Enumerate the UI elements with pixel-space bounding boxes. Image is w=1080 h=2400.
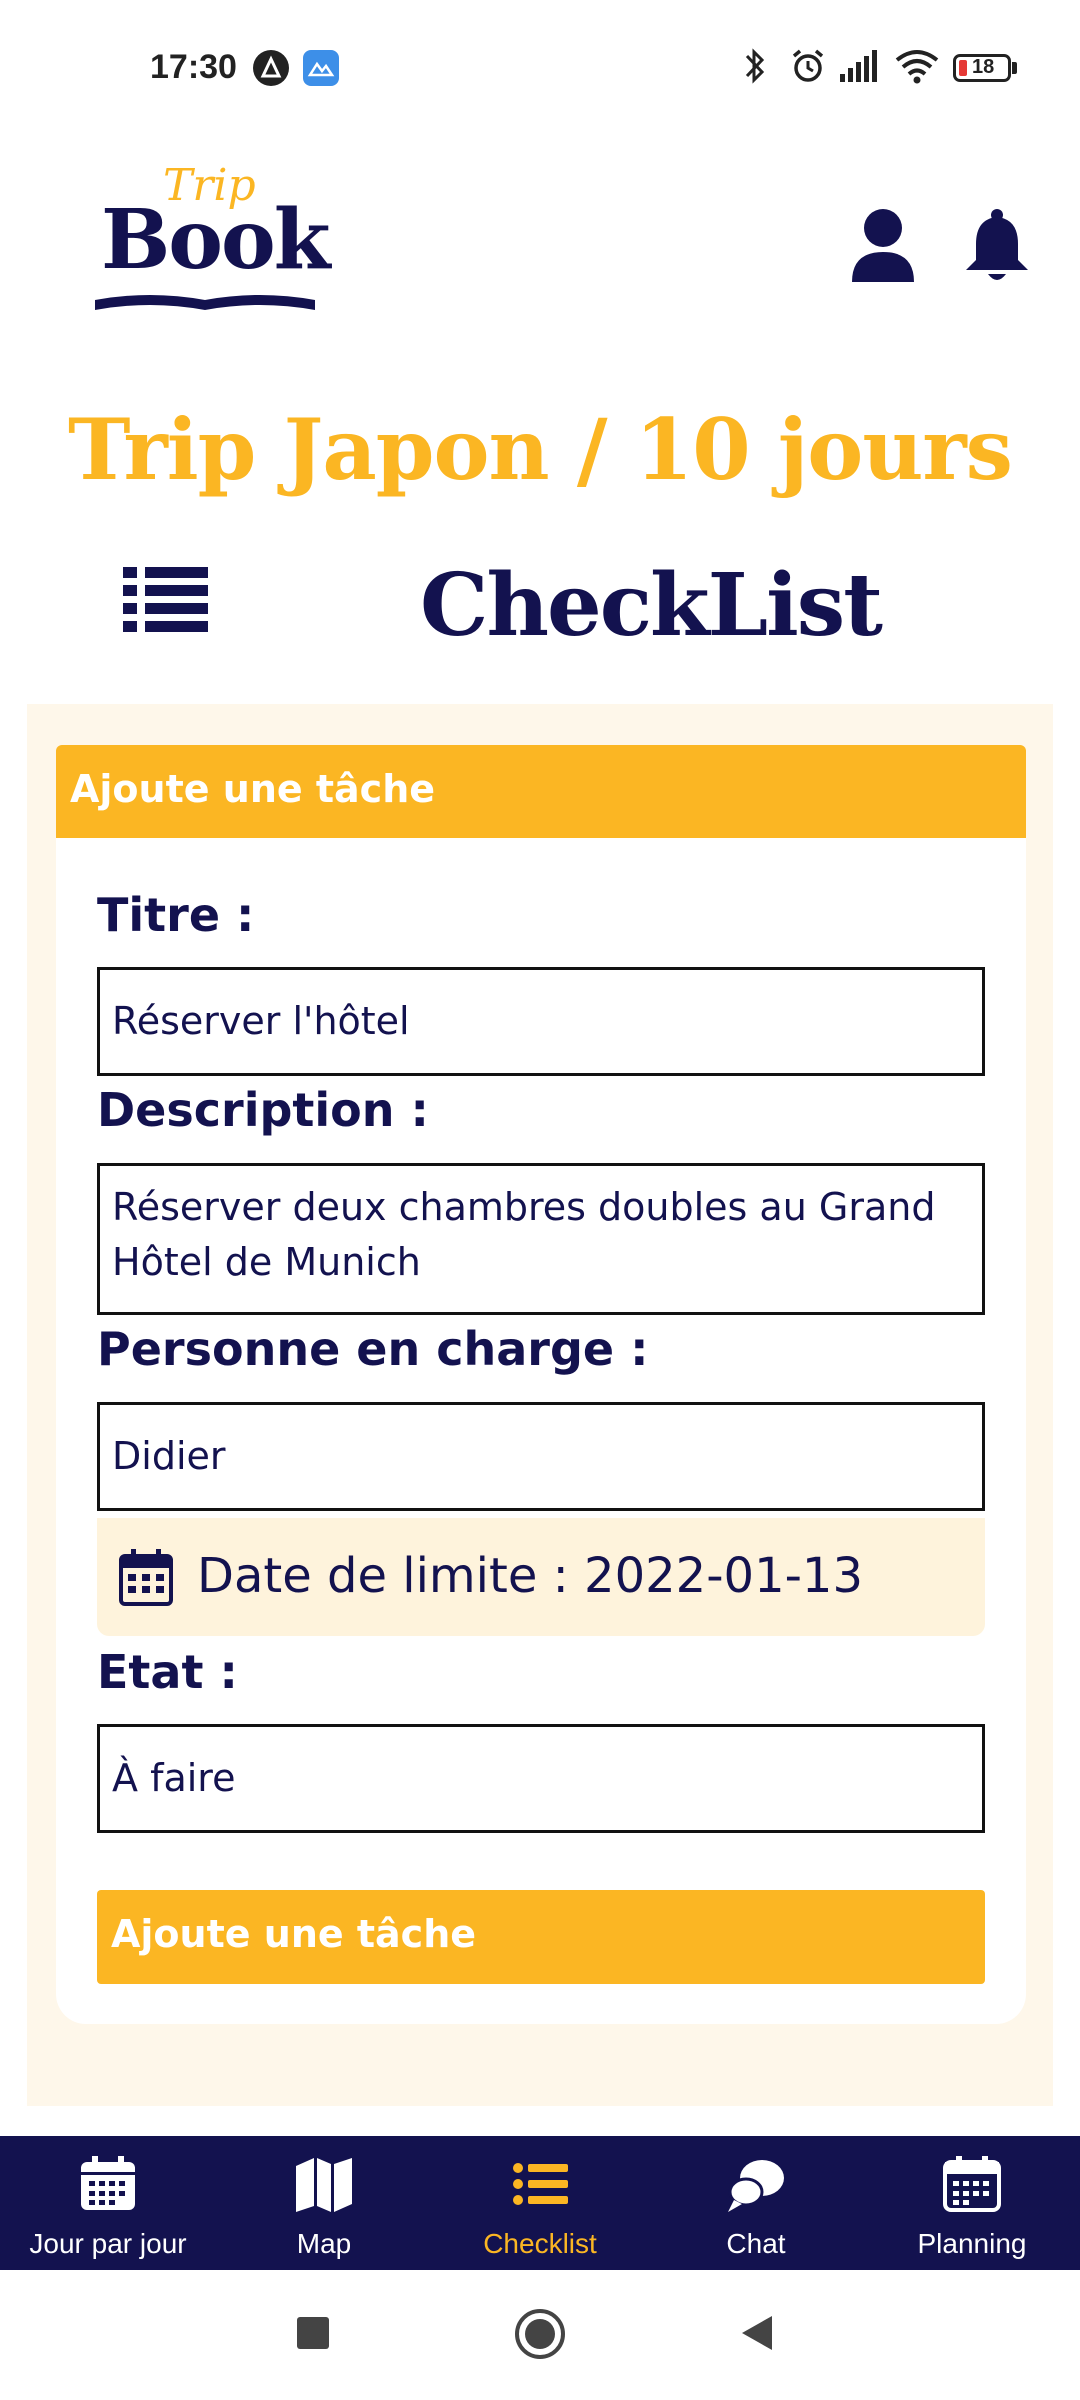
form-header-label: Ajoute une tâche xyxy=(70,767,436,811)
signal-icon xyxy=(838,46,882,94)
list-menu-icon[interactable] xyxy=(123,565,208,635)
back-icon[interactable] xyxy=(740,2314,774,2352)
bottom-navigation: Jour par jour Map Checklist Chat Plannin… xyxy=(0,2136,1080,2270)
gallery-notification-icon xyxy=(303,50,339,86)
section-title: CheckList xyxy=(420,555,883,656)
wifi-icon xyxy=(893,46,941,94)
nav-label: Planning xyxy=(917,2228,1027,2259)
battery-icon: 18 xyxy=(953,54,1011,82)
title-field[interactable]: Réserver l'hôtel xyxy=(97,967,985,1076)
nav-item-jour-par-jour[interactable]: Jour par jour xyxy=(0,2136,216,2270)
description-label: Description : xyxy=(97,1083,429,1137)
nav-label: Jour par jour xyxy=(29,2228,187,2259)
logo-book-text: Book xyxy=(101,192,331,288)
add-task-button-label: Ajoute une tâche xyxy=(111,1912,477,1956)
chat-bubbles-icon xyxy=(728,2160,784,2212)
deadline-picker[interactable]: Date de limite : 2022-01-13 xyxy=(97,1518,985,1636)
owner-label: Personne en charge : xyxy=(97,1322,649,1376)
user-profile-icon[interactable] xyxy=(850,208,916,284)
owner-value: Didier xyxy=(112,1434,226,1478)
app-notification-icon xyxy=(253,50,289,86)
title-label: Titre : xyxy=(97,888,255,942)
calendar-icon xyxy=(119,1549,173,1606)
list-icon xyxy=(513,2163,568,2205)
map-icon xyxy=(296,2158,352,2212)
state-field[interactable]: À faire xyxy=(97,1724,985,1833)
state-label: Etat : xyxy=(97,1645,238,1699)
status-bar: 17:30 18 xyxy=(0,0,1080,140)
system-navigation-bar xyxy=(0,2270,1080,2400)
nav-label: Map xyxy=(296,2228,352,2259)
notifications-bell-icon[interactable] xyxy=(962,208,1032,286)
description-field[interactable]: Réserver deux chambres doubles au Grand … xyxy=(97,1163,985,1315)
calendar-grid-icon xyxy=(81,2156,135,2210)
recent-apps-icon[interactable] xyxy=(296,2316,330,2350)
nav-label: Checklist xyxy=(483,2228,597,2259)
status-time: 17:30 xyxy=(150,48,237,86)
open-book-icon xyxy=(95,295,315,310)
nav-item-planning[interactable]: Planning xyxy=(864,2136,1080,2270)
description-value: Réserver deux chambres doubles au Grand … xyxy=(112,1185,936,1284)
nav-label: Chat xyxy=(726,2228,786,2259)
deadline-text: Date de limite : 2022-01-13 xyxy=(197,1548,863,1604)
bluetooth-icon xyxy=(742,46,768,94)
alarm-icon xyxy=(788,46,828,94)
calendar-icon xyxy=(943,2156,1001,2212)
tripbook-logo[interactable]: Trip Book xyxy=(95,160,331,310)
state-value: À faire xyxy=(112,1756,236,1800)
form-header: Ajoute une tâche xyxy=(56,745,1026,838)
nav-item-chat[interactable]: Chat xyxy=(648,2136,864,2270)
home-icon[interactable] xyxy=(514,2308,566,2360)
nav-item-checklist[interactable]: Checklist xyxy=(432,2136,648,2270)
title-value: Réserver l'hôtel xyxy=(112,999,410,1043)
add-task-button[interactable]: Ajoute une tâche xyxy=(97,1890,985,1984)
trip-title: Trip Japon / 10 jours xyxy=(68,400,1013,499)
battery-level: 18 xyxy=(972,56,995,78)
owner-field[interactable]: Didier xyxy=(97,1402,985,1511)
nav-item-map[interactable]: Map xyxy=(216,2136,432,2270)
